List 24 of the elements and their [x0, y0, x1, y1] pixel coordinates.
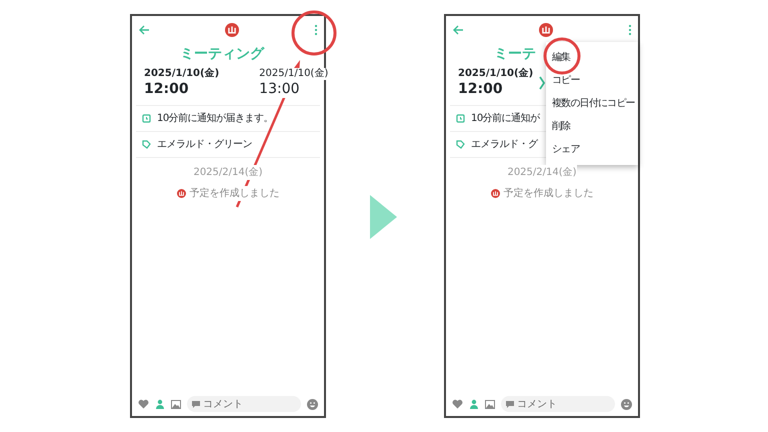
comment-field[interactable]: コメント: [501, 396, 615, 412]
comment-field[interactable]: コメント: [187, 396, 301, 412]
history-text: 予定を作成しました: [190, 186, 280, 201]
comment-input[interactable]: コメント: [517, 396, 587, 412]
end-time: 13:00: [259, 80, 300, 98]
start-date: 2025/1/10(金): [458, 68, 534, 80]
start-time: 12:00: [144, 80, 190, 98]
menu-item[interactable]: 編集: [546, 46, 638, 69]
menu-item[interactable]: シェア: [546, 138, 638, 161]
tag-text: エメラルド・グリーン: [157, 138, 252, 152]
event-title: ミーテ: [494, 45, 536, 64]
menu-item[interactable]: コピー: [546, 69, 638, 92]
reminder-text: 10分前に通知が届きます。: [157, 112, 274, 126]
event-title: ミーティング: [180, 45, 264, 64]
start-time: 12:00: [458, 80, 504, 98]
menu-item[interactable]: 複数の日付にコピー: [546, 92, 638, 115]
comment-input[interactable]: コメント: [203, 396, 273, 412]
history-text: 予定を作成しました: [504, 186, 594, 201]
reminder-text: 10分前に通知が: [471, 112, 540, 126]
end-date: 2025/1/10(金): [259, 68, 328, 80]
tag-text: エメラルド・グ: [471, 138, 538, 152]
menu-item[interactable]: 削除: [546, 115, 638, 138]
history-date: 2025/2/14(金): [193, 165, 263, 180]
start-date: 2025/1/10(金): [144, 68, 220, 80]
